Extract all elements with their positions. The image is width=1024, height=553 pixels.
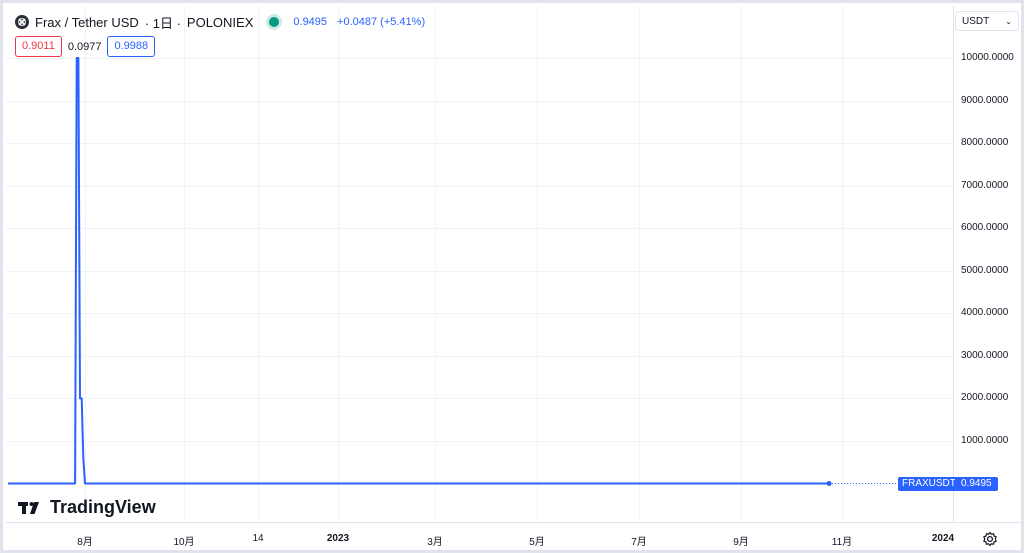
last-price-tag: 0.9495 (955, 477, 998, 491)
gear-icon[interactable] (981, 530, 999, 548)
price-series-line (8, 57, 830, 485)
tradingview-logo[interactable]: TradingView (18, 497, 156, 518)
price-line-chart[interactable] (3, 3, 1021, 550)
chart-frame: Frax / Tether USD · 1日 · POLONIEX 0.9495… (0, 0, 1024, 553)
symbol-price-tag: FRAXUSDT (898, 477, 960, 491)
brand-name: TradingView (50, 497, 156, 517)
tradingview-logo-icon (18, 501, 39, 514)
